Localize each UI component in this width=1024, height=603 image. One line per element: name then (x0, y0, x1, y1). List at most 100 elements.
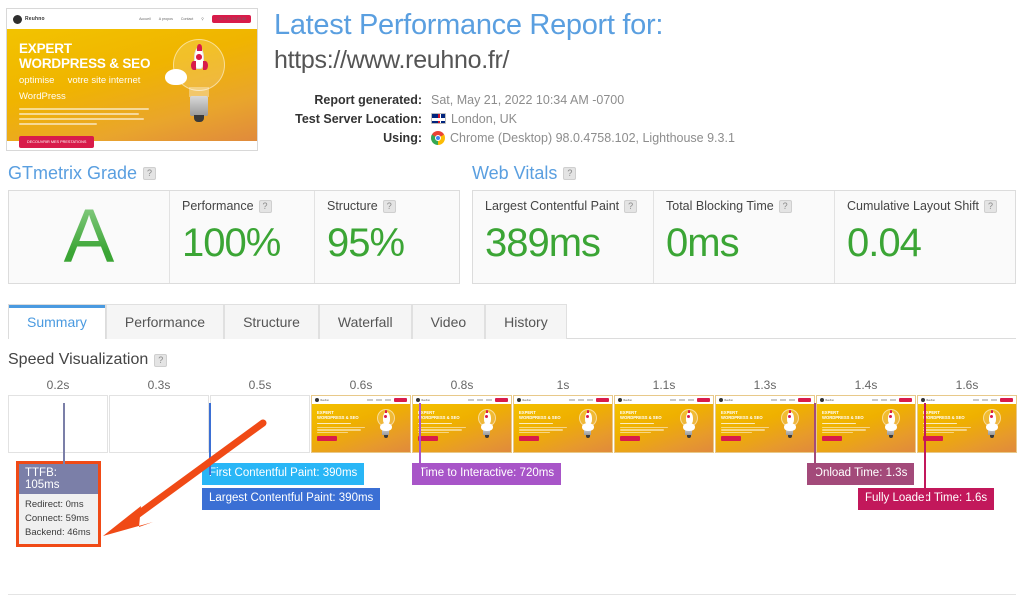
tab-structure[interactable]: Structure (224, 304, 319, 339)
tbt-card: Total Blocking Time ? 0ms (653, 191, 834, 283)
lcp-card: Largest Contentful Paint ? 389ms (473, 191, 653, 283)
web-vitals-cards: Largest Contentful Paint ? 389ms Total B… (472, 190, 1016, 284)
help-icon[interactable]: ? (154, 353, 168, 367)
cls-label: Cumulative Layout Shift ? (847, 199, 1003, 213)
timeline-tick: 0.5s (248, 378, 272, 392)
report-metadata: Report generated: Sat, May 21, 2022 10:3… (274, 93, 1024, 145)
help-icon[interactable]: ? (143, 167, 157, 180)
site-phone-cta: +33 6 51 93 83 85 (211, 15, 251, 23)
lightbulb-rocket-illustration (165, 39, 231, 131)
gtmetrix-report-page: Reuhno Accueil A propos Contact ⚲ +33 6 … (0, 0, 1024, 603)
web-vitals-title: Web Vitals ? (472, 163, 1016, 184)
screenshot-site-nav: Reuhno Accueil A propos Contact ⚲ +33 6 … (7, 9, 257, 29)
ttfb-header: TTFB: 105ms (19, 464, 98, 494)
uk-flag-icon (431, 113, 446, 125)
filmstrip-frame[interactable]: Reuhno EXPERT WORDPRESS & SEO (917, 395, 1017, 453)
timeline-ticks: 0.2s 0.3s 0.5s 0.6s 0.8s 1s 1.1s 1.3s 1.… (8, 378, 1016, 392)
filmstrip-frame[interactable]: Reuhno EXPERT WORDPRESS & SEO (614, 395, 714, 453)
site-nav-item: A propos (158, 17, 173, 21)
timeline-marker-time-to-interactive (419, 403, 421, 475)
meta-row-server-location: Test Server Location: London, UK (274, 112, 1024, 126)
help-icon[interactable]: ? (258, 199, 272, 213)
help-icon[interactable]: ? (563, 167, 577, 180)
tab-waterfall[interactable]: Waterfall (318, 304, 412, 339)
structure-score-card: Structure ? 95% (314, 191, 459, 283)
scores-section: GTmetrix Grade ? A Performance ? 100% St… (0, 151, 1024, 284)
meta-value: Chrome (Desktop) 98.0.4758.102, Lighthou… (431, 130, 735, 145)
filmstrip-frame[interactable]: Reuhno EXPERT WORDPRESS & SEO (816, 395, 916, 453)
performance-value: 100% (182, 221, 281, 265)
tab-performance[interactable]: Performance (105, 304, 225, 339)
ttfb-connect: Connect: 59ms (25, 512, 89, 524)
badge-time-to-interactive[interactable]: Time to Interactive: 720ms (412, 463, 562, 485)
meta-row-using: Using: Chrome (Desktop) 98.0.4758.102, L… (274, 130, 1024, 145)
badge-onload-time[interactable]: Onload Time: 1.3s (807, 463, 915, 485)
grade-letter: A (21, 199, 157, 275)
web-vitals-title-text: Web Vitals (472, 163, 558, 183)
site-screenshot-thumbnail[interactable]: Reuhno Accueil A propos Contact ⚲ +33 6 … (6, 8, 258, 151)
meta-value-text: Sat, May 21, 2022 10:34 AM -0700 (431, 92, 625, 107)
timeline-tick: 1.4s (854, 378, 878, 392)
gtmetrix-grade-title: GTmetrix Grade ? (8, 163, 460, 184)
badge-largest-contentful-paint[interactable]: Largest Contentful Paint: 390ms (202, 488, 381, 510)
gtmetrix-grade-title-text: GTmetrix Grade (8, 163, 138, 183)
tbt-value: 0ms (666, 221, 740, 265)
cls-value: 0.04 (847, 221, 922, 265)
report-url[interactable]: https://www.reuhno.fr/ (274, 44, 1024, 77)
cls-card: Cumulative Layout Shift ? 0.04 (834, 191, 1015, 283)
help-icon[interactable]: ? (382, 199, 396, 213)
help-icon[interactable]: ? (984, 199, 998, 213)
site-logo-mark (13, 14, 22, 24)
lcp-label: Largest Contentful Paint ? (485, 199, 641, 213)
badge-fully-loaded-time[interactable]: Fully Loaded Time: 1.6s (858, 488, 995, 510)
timeline-marker-onload-time (814, 403, 816, 478)
gtmetrix-grade-panel: GTmetrix Grade ? A Performance ? 100% St… (8, 163, 460, 284)
bottom-divider (8, 594, 1016, 595)
speed-visualization-title-text: Speed Visualization (8, 351, 149, 368)
timeline-tick: 1.1s (652, 378, 676, 392)
report-title-block: Latest Performance Report for: https://w… (258, 6, 1024, 151)
gtmetrix-grade-cards: A Performance ? 100% Structure ? 95% (8, 190, 460, 284)
screenshot-hero: EXPERT WORDPRESS & SEO optimise votre si… (7, 29, 257, 148)
chrome-icon (431, 130, 445, 145)
filmstrip-frame[interactable] (210, 395, 310, 453)
meta-label: Using: (383, 130, 422, 145)
help-icon[interactable]: ? (778, 199, 792, 213)
ttfb-breakdown: Redirect: 0ms Connect: 59ms Backend: 46m… (19, 494, 98, 544)
cls-label-text: Cumulative Layout Shift (847, 199, 980, 213)
help-icon[interactable]: ? (624, 199, 638, 213)
timeline-tick: 1.6s (955, 378, 979, 392)
tbt-label-text: Total Blocking Time (666, 199, 774, 213)
report-header-section: Reuhno Accueil A propos Contact ⚲ +33 6 … (0, 0, 1024, 151)
meta-label: Test Server Location: (295, 111, 422, 126)
filmstrip-frame[interactable]: Reuhno EXPERT WORDPRESS & SEO (412, 395, 512, 453)
meta-label: Report generated: (314, 92, 422, 107)
timeline-marker-ttfb (63, 403, 65, 469)
filmstrip: Reuhno EXPERT WORDPRESS & SEO Reuhno EXPERT W… (8, 395, 1017, 453)
page-title: Latest Performance Report for: (274, 9, 664, 41)
site-logo-text: Reuhno (25, 16, 45, 22)
tab-history[interactable]: History (485, 304, 567, 339)
filmstrip-frame[interactable]: Reuhno EXPERT WORDPRESS & SEO (715, 395, 815, 453)
screenshot-subhead-word: votre site internet (67, 75, 141, 87)
site-logo: Reuhno (13, 14, 45, 24)
tab-video[interactable]: Video (411, 304, 486, 339)
meta-row-generated: Report generated: Sat, May 21, 2022 10:3… (274, 93, 1024, 107)
filmstrip-frame[interactable] (8, 395, 108, 453)
screenshot-paragraph (19, 108, 149, 126)
ttfb-backend: Backend: 46ms (25, 526, 91, 538)
meta-value-text: Chrome (Desktop) 98.0.4758.102, Lighthou… (450, 130, 735, 145)
tab-summary[interactable]: Summary (8, 304, 106, 339)
filmstrip-frame[interactable]: Reuhno EXPERT WORDPRESS & SEO (311, 395, 411, 453)
speed-visualization-title: Speed Visualization ? (8, 351, 1016, 369)
grade-letter-card: A (9, 191, 169, 283)
timeline-tick: 0.2s (46, 378, 70, 392)
rocket-icon (190, 44, 208, 77)
badge-first-contentful-paint[interactable]: First Contentful Paint: 390ms (202, 463, 365, 485)
filmstrip-frame[interactable]: Reuhno EXPERT WORDPRESS & SEO (513, 395, 613, 453)
ttfb-redirect: Redirect: 0ms (25, 499, 84, 510)
screenshot-subhead-word: optimise (19, 75, 55, 87)
filmstrip-frame[interactable] (109, 395, 209, 453)
ttfb-detail-box[interactable]: TTFB: 105ms Redirect: 0ms Connect: 59ms … (16, 461, 101, 548)
meta-value-text: London, UK (451, 111, 518, 126)
